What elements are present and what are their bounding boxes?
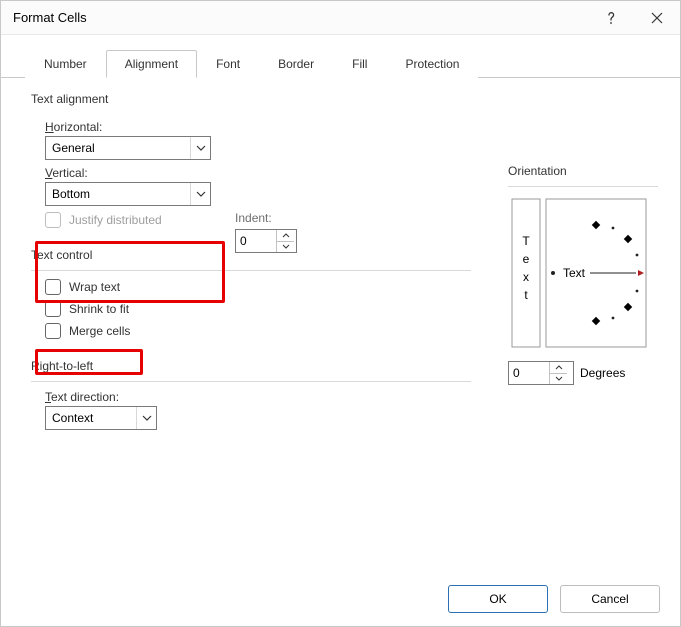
help-button[interactable]	[588, 1, 634, 35]
group-orientation: Orientation T e x t Text	[508, 164, 658, 385]
checkbox-icon	[45, 279, 61, 295]
indent-up[interactable]	[277, 230, 294, 242]
tab-fill[interactable]: Fill	[333, 50, 386, 78]
tab-number[interactable]: Number	[25, 50, 106, 78]
checkbox-icon	[45, 212, 61, 228]
orientation-label: Orientation	[508, 164, 658, 178]
titlebar: Format Cells	[1, 1, 680, 35]
cancel-button[interactable]: Cancel	[560, 585, 660, 613]
chevron-down-icon	[190, 137, 210, 159]
horizontal-combo[interactable]: General	[45, 136, 211, 160]
ok-button[interactable]: OK	[448, 585, 548, 613]
text-direction-label: Text direction:	[45, 390, 658, 404]
tab-alignment[interactable]: Alignment	[106, 50, 197, 78]
dialog-title: Format Cells	[13, 10, 588, 25]
close-button[interactable]	[634, 1, 680, 35]
tab-protection[interactable]: Protection	[386, 50, 478, 78]
tab-font[interactable]: Font	[197, 50, 259, 78]
degrees-input[interactable]	[509, 362, 549, 384]
indent-label: Indent:	[235, 211, 297, 225]
tab-border[interactable]: Border	[259, 50, 333, 78]
svg-text:T: T	[522, 234, 530, 248]
horizontal-label: Horizontal:	[45, 120, 658, 134]
dialog-buttons: OK Cancel	[1, 572, 680, 626]
indent-input[interactable]	[236, 230, 276, 252]
indent-spinbox[interactable]	[235, 229, 297, 253]
close-icon	[651, 12, 663, 24]
chevron-down-icon	[136, 407, 156, 429]
degrees-down[interactable]	[550, 374, 567, 385]
checkbox-icon	[45, 323, 61, 339]
group-text-alignment: Text alignment	[31, 92, 658, 106]
indent-down[interactable]	[277, 242, 294, 253]
checkbox-icon	[45, 301, 61, 317]
svg-text:Text: Text	[563, 266, 586, 280]
text-direction-value: Context	[52, 411, 93, 425]
svg-text:e: e	[523, 252, 530, 266]
text-direction-combo[interactable]: Context	[45, 406, 157, 430]
tab-strip: Number Alignment Font Border Fill Protec…	[1, 35, 680, 78]
indent-group: Indent:	[235, 211, 297, 253]
degrees-up[interactable]	[550, 362, 567, 374]
chevron-down-icon	[190, 183, 210, 205]
tab-content: Text alignment Horizontal: General Inden…	[1, 78, 680, 572]
vertical-combo[interactable]: Bottom	[45, 182, 211, 206]
vertical-value: Bottom	[52, 187, 90, 201]
svg-text:x: x	[523, 270, 529, 284]
help-icon	[605, 11, 617, 25]
format-cells-dialog: Format Cells Number Alignment Font Borde…	[0, 0, 681, 627]
horizontal-value: General	[52, 141, 95, 155]
degrees-spinbox[interactable]	[508, 361, 574, 385]
orientation-preview[interactable]: T e x t Text	[508, 195, 650, 351]
degrees-label: Degrees	[580, 366, 625, 380]
